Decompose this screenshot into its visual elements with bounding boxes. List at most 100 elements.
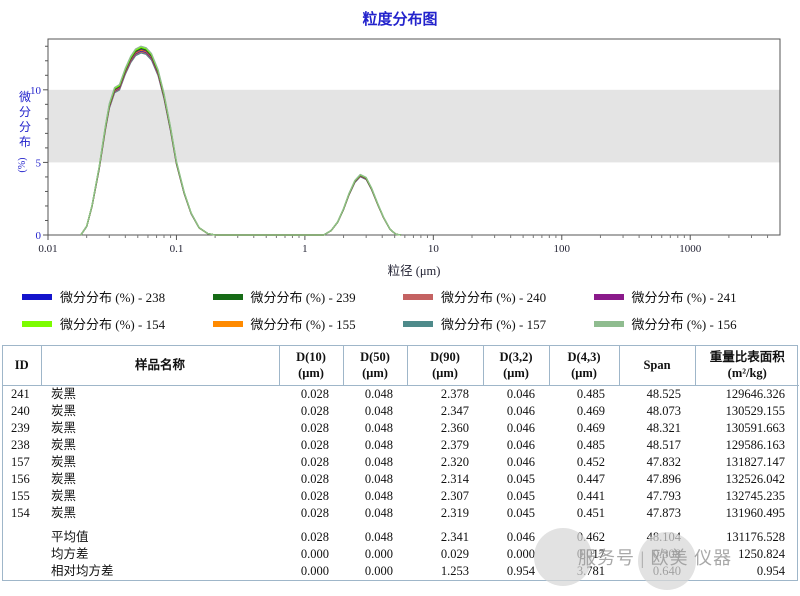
legend-label: 微分分布 (%) - 240 (441, 287, 546, 306)
cell-value: 2.341 (407, 529, 483, 546)
cell-value: 48.517 (619, 437, 695, 454)
legend-label: 微分分布 (%) - 157 (441, 314, 546, 333)
cell-value: 0.485 (549, 437, 619, 454)
chart-legend: 微分分布 (%) - 238微分分布 (%) - 239微分分布 (%) - 2… (0, 279, 800, 333)
stats-label: 相对均方差 (41, 563, 279, 580)
cell-value: 0.046 (483, 454, 549, 471)
cell-value: 0.048 (343, 488, 407, 505)
page-title: 粒度分布图 (0, 0, 800, 29)
cell-value: 0.469 (549, 403, 619, 420)
cell-value: 0.045 (483, 488, 549, 505)
cell-sample-name: 炭黑 (41, 385, 279, 403)
cell-sample-name: 炭黑 (41, 403, 279, 420)
y-axis-label: 分 (19, 120, 31, 134)
cell-value: 0.028 (279, 529, 343, 546)
cell-value: 0.048 (343, 403, 407, 420)
legend-item-155: 微分分布 (%) - 155 (213, 314, 400, 333)
y-axis-label: 微 (19, 90, 31, 104)
cell-value: 0.028 (279, 420, 343, 437)
cell-sample-name: 炭黑 (41, 471, 279, 488)
table-row: 238炭黑0.0280.0482.3790.0460.48548.5171295… (3, 437, 799, 454)
cell-value: 130591.663 (695, 420, 799, 437)
cell-value: 0.441 (549, 488, 619, 505)
legend-swatch-icon (594, 321, 624, 327)
cell-sample-name: 炭黑 (41, 437, 279, 454)
legend-item-239: 微分分布 (%) - 239 (213, 287, 400, 306)
cell-sample-name: 炭黑 (41, 505, 279, 522)
stats-label: 均方差 (41, 546, 279, 563)
stats-row: 平均值0.0280.0482.3410.0460.46248.104131176… (3, 529, 799, 546)
table-row: 157炭黑0.0280.0482.3200.0460.45247.8321318… (3, 454, 799, 471)
cell-value: 2.307 (407, 488, 483, 505)
cell-value: 0.451 (549, 505, 619, 522)
legend-item-240: 微分分布 (%) - 240 (403, 287, 590, 306)
cell-value: 0.469 (549, 420, 619, 437)
cell-id: 154 (3, 505, 41, 522)
cell-value: 0.000 (343, 563, 407, 580)
legend-label: 微分分布 (%) - 239 (251, 287, 356, 306)
table-row: 154炭黑0.0280.0482.3190.0450.45147.8731319… (3, 505, 799, 522)
cell-value: 0.046 (483, 403, 549, 420)
cell-value: 48.073 (619, 403, 695, 420)
y-tick-label: 0 (36, 230, 42, 242)
cell-value: 0.048 (343, 385, 407, 403)
y-tick-label: 5 (36, 157, 42, 169)
legend-swatch-icon (213, 294, 243, 300)
legend-label: 微分分布 (%) - 156 (632, 314, 737, 333)
y-axis-label: 分 (19, 105, 31, 119)
cell-value: 0.029 (407, 546, 483, 563)
cell-id: 241 (3, 385, 41, 403)
cell-value: 2.347 (407, 403, 483, 420)
cell-sample-name: 炭黑 (41, 420, 279, 437)
cell-value: 131960.495 (695, 505, 799, 522)
cell-value: 48.525 (619, 385, 695, 403)
cell-value: 0.447 (549, 471, 619, 488)
column-header: D(3,2)(μm) (483, 346, 549, 385)
report-page: 粒度分布图 0.010.111010010000510粒径 (μm)微分分布(%… (0, 0, 800, 596)
x-tick-label: 1 (302, 243, 308, 255)
column-header: ID (3, 346, 41, 385)
cell-value: 47.896 (619, 471, 695, 488)
cell-value: 2.378 (407, 385, 483, 403)
cell-value: 2.314 (407, 471, 483, 488)
table-row: 240炭黑0.0280.0482.3470.0460.46948.0731305… (3, 403, 799, 420)
legend-label: 微分分布 (%) - 154 (60, 314, 165, 333)
cell-value: 0.640 (619, 563, 695, 580)
cell-value: 0.000 (483, 546, 549, 563)
cell-value: 47.873 (619, 505, 695, 522)
cell-value: 132745.235 (695, 488, 799, 505)
cell-value: 0.028 (279, 488, 343, 505)
cell-value: 131827.147 (695, 454, 799, 471)
column-header: 重量比表面积(m²/kg) (695, 346, 799, 385)
x-tick-label: 1000 (679, 243, 702, 255)
cell-value: 2.319 (407, 505, 483, 522)
legend-swatch-icon (403, 321, 433, 327)
cell-value: 0.017 (549, 546, 619, 563)
cell-value: 0.028 (279, 471, 343, 488)
column-header: D(90)(μm) (407, 346, 483, 385)
table-row: 239炭黑0.0280.0482.3600.0460.46948.3211305… (3, 420, 799, 437)
cell-value: 0.954 (695, 563, 799, 580)
cell-value: 0.028 (279, 403, 343, 420)
x-axis-label: 粒径 (μm) (388, 263, 441, 278)
cell-sample-name: 炭黑 (41, 488, 279, 505)
stats-label: 平均值 (41, 529, 279, 546)
cell-value: 1.253 (407, 563, 483, 580)
cell-value: 0.000 (343, 546, 407, 563)
y-tick-label: 10 (30, 85, 42, 97)
cell-value: 0.048 (343, 505, 407, 522)
table-row: 241炭黑0.0280.0482.3780.0460.48548.5251296… (3, 385, 799, 403)
legend-swatch-icon (594, 294, 624, 300)
cell-value: 132526.042 (695, 471, 799, 488)
legend-swatch-icon (22, 294, 52, 300)
table-header-row: ID样品名称D(10)(μm)D(50)(μm)D(90)(μm)D(3,2)(… (3, 346, 799, 385)
legend-swatch-icon (403, 294, 433, 300)
legend-label: 微分分布 (%) - 155 (251, 314, 356, 333)
stats-row: 均方差0.0000.0000.0290.0000.0170.3081250.82… (3, 546, 799, 563)
table-stats: 平均值0.0280.0482.3410.0460.46248.104131176… (3, 522, 799, 580)
legend-item-241: 微分分布 (%) - 241 (594, 287, 781, 306)
cell-value: 1250.824 (695, 546, 799, 563)
table-row: 156炭黑0.0280.0482.3140.0450.44747.8961325… (3, 471, 799, 488)
stats-row: 相对均方差0.0000.0001.2530.9543.7810.6400.954 (3, 563, 799, 580)
cell-value: 0.000 (279, 546, 343, 563)
